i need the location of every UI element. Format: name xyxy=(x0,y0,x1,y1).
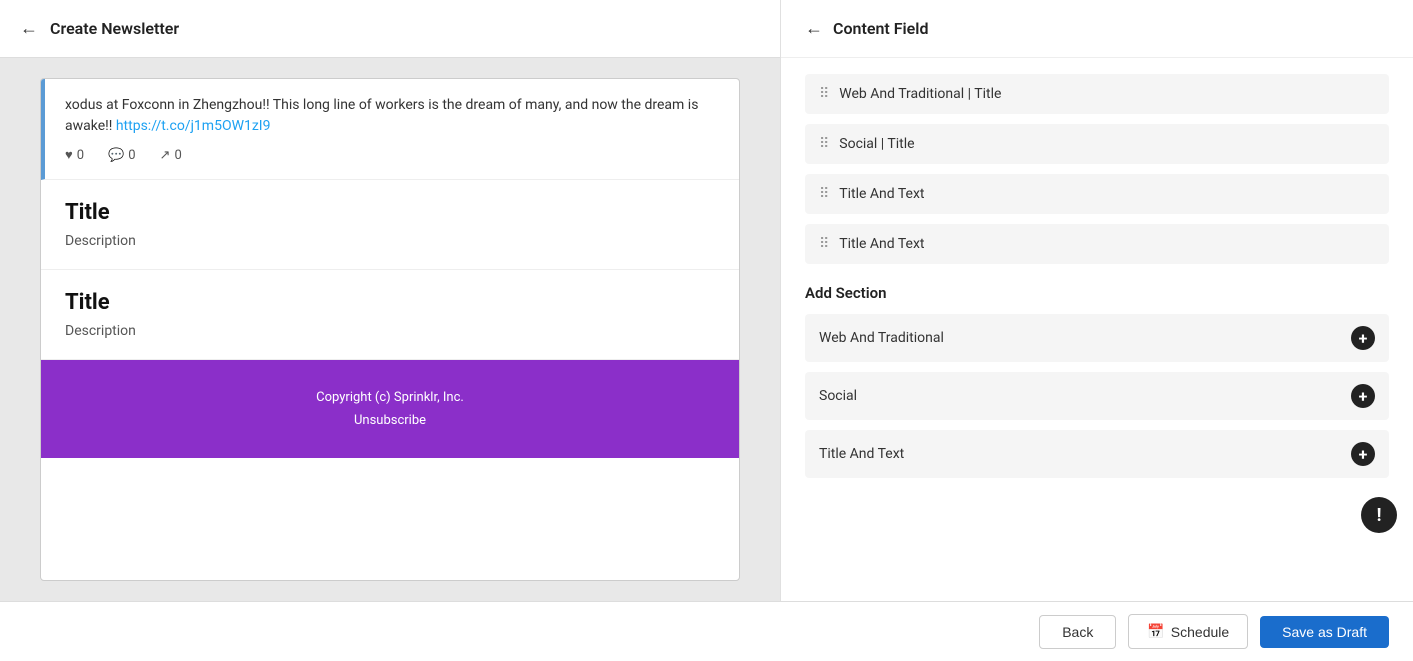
share-icon: ↗ xyxy=(160,148,171,163)
add-section-heading: Add Section xyxy=(805,284,1389,302)
bottom-bar: Back 📅 Schedule Save as Draft xyxy=(0,601,1413,661)
section-title-2: Title xyxy=(65,290,715,315)
add-section-btn-1[interactable]: + xyxy=(1351,384,1375,408)
field-item-3[interactable]: ⠿ Title And Text xyxy=(805,224,1389,264)
right-panel-title: Content Field xyxy=(833,19,928,38)
right-content: ⠿ Web And Traditional | Title ⠿ Social |… xyxy=(781,58,1413,601)
content-section-1: Title Description xyxy=(41,180,739,270)
tweet-text: xodus at Foxconn in Zhengzhou!! This lon… xyxy=(65,95,719,137)
field-label-0: Web And Traditional | Title xyxy=(839,86,1001,102)
add-section-label-2: Title And Text xyxy=(819,446,904,462)
tweet-comments: 💬 0 xyxy=(108,148,136,163)
drag-icon-0: ⠿ xyxy=(819,86,829,102)
add-section-item-0[interactable]: Web And Traditional + xyxy=(805,314,1389,362)
add-section-btn-2[interactable]: + xyxy=(1351,442,1375,466)
add-section-btn-0[interactable]: + xyxy=(1351,326,1375,350)
content-section-2: Title Description xyxy=(41,270,739,360)
newsletter-preview-area: xodus at Foxconn in Zhengzhou!! This lon… xyxy=(0,58,780,601)
footer-unsubscribe[interactable]: Unsubscribe xyxy=(61,413,719,428)
left-header: ← Create Newsletter xyxy=(0,0,780,58)
add-section-item-1[interactable]: Social + xyxy=(805,372,1389,420)
right-panel-wrapper: ← Content Field ⠿ Web And Traditional | … xyxy=(780,0,1413,601)
field-item-1[interactable]: ⠿ Social | Title xyxy=(805,124,1389,164)
back-button[interactable]: Back xyxy=(1039,615,1116,649)
section-desc-2: Description xyxy=(65,323,715,339)
schedule-button[interactable]: 📅 Schedule xyxy=(1128,614,1248,649)
footer-copyright: Copyright (c) Sprinklr, Inc. xyxy=(61,390,719,405)
tweet-section: xodus at Foxconn in Zhengzhou!! This lon… xyxy=(41,79,739,180)
newsletter-preview: xodus at Foxconn in Zhengzhou!! This lon… xyxy=(40,78,740,581)
add-section-label-0: Web And Traditional xyxy=(819,330,944,346)
drag-icon-3: ⠿ xyxy=(819,236,829,252)
info-button[interactable]: ! xyxy=(1361,497,1397,533)
field-label-2: Title And Text xyxy=(839,186,924,202)
comment-icon: 💬 xyxy=(108,148,124,163)
heart-icon: ♥ xyxy=(65,147,73,163)
calendar-icon: 📅 xyxy=(1147,623,1164,640)
newsletter-footer: Copyright (c) Sprinklr, Inc. Unsubscribe xyxy=(41,360,739,458)
drag-icon-1: ⠿ xyxy=(819,136,829,152)
left-back-icon[interactable]: ← xyxy=(20,18,38,39)
right-panel: ← Content Field ⠿ Web And Traditional | … xyxy=(780,0,1413,601)
page-title: Create Newsletter xyxy=(50,19,179,38)
right-back-icon[interactable]: ← xyxy=(805,18,823,39)
tweet-shares: ↗ 0 xyxy=(160,148,182,163)
tweet-actions: ♥ 0 💬 0 ↗ 0 xyxy=(65,147,719,163)
right-header: ← Content Field xyxy=(781,0,1413,58)
drag-icon-2: ⠿ xyxy=(819,186,829,202)
add-section-item-2[interactable]: Title And Text + xyxy=(805,430,1389,478)
field-label-3: Title And Text xyxy=(839,236,924,252)
left-panel: ← Create Newsletter xodus at Foxconn in … xyxy=(0,0,780,601)
field-item-2[interactable]: ⠿ Title And Text xyxy=(805,174,1389,214)
tweet-link[interactable]: https://t.co/j1m5OW1zI9 xyxy=(116,118,271,134)
section-desc-1: Description xyxy=(65,233,715,249)
field-item-0[interactable]: ⠿ Web And Traditional | Title xyxy=(805,74,1389,114)
add-section-label-1: Social xyxy=(819,388,857,404)
section-title-1: Title xyxy=(65,200,715,225)
tweet-likes: ♥ 0 xyxy=(65,147,84,163)
save-as-draft-button[interactable]: Save as Draft xyxy=(1260,616,1389,648)
field-label-1: Social | Title xyxy=(839,136,914,152)
